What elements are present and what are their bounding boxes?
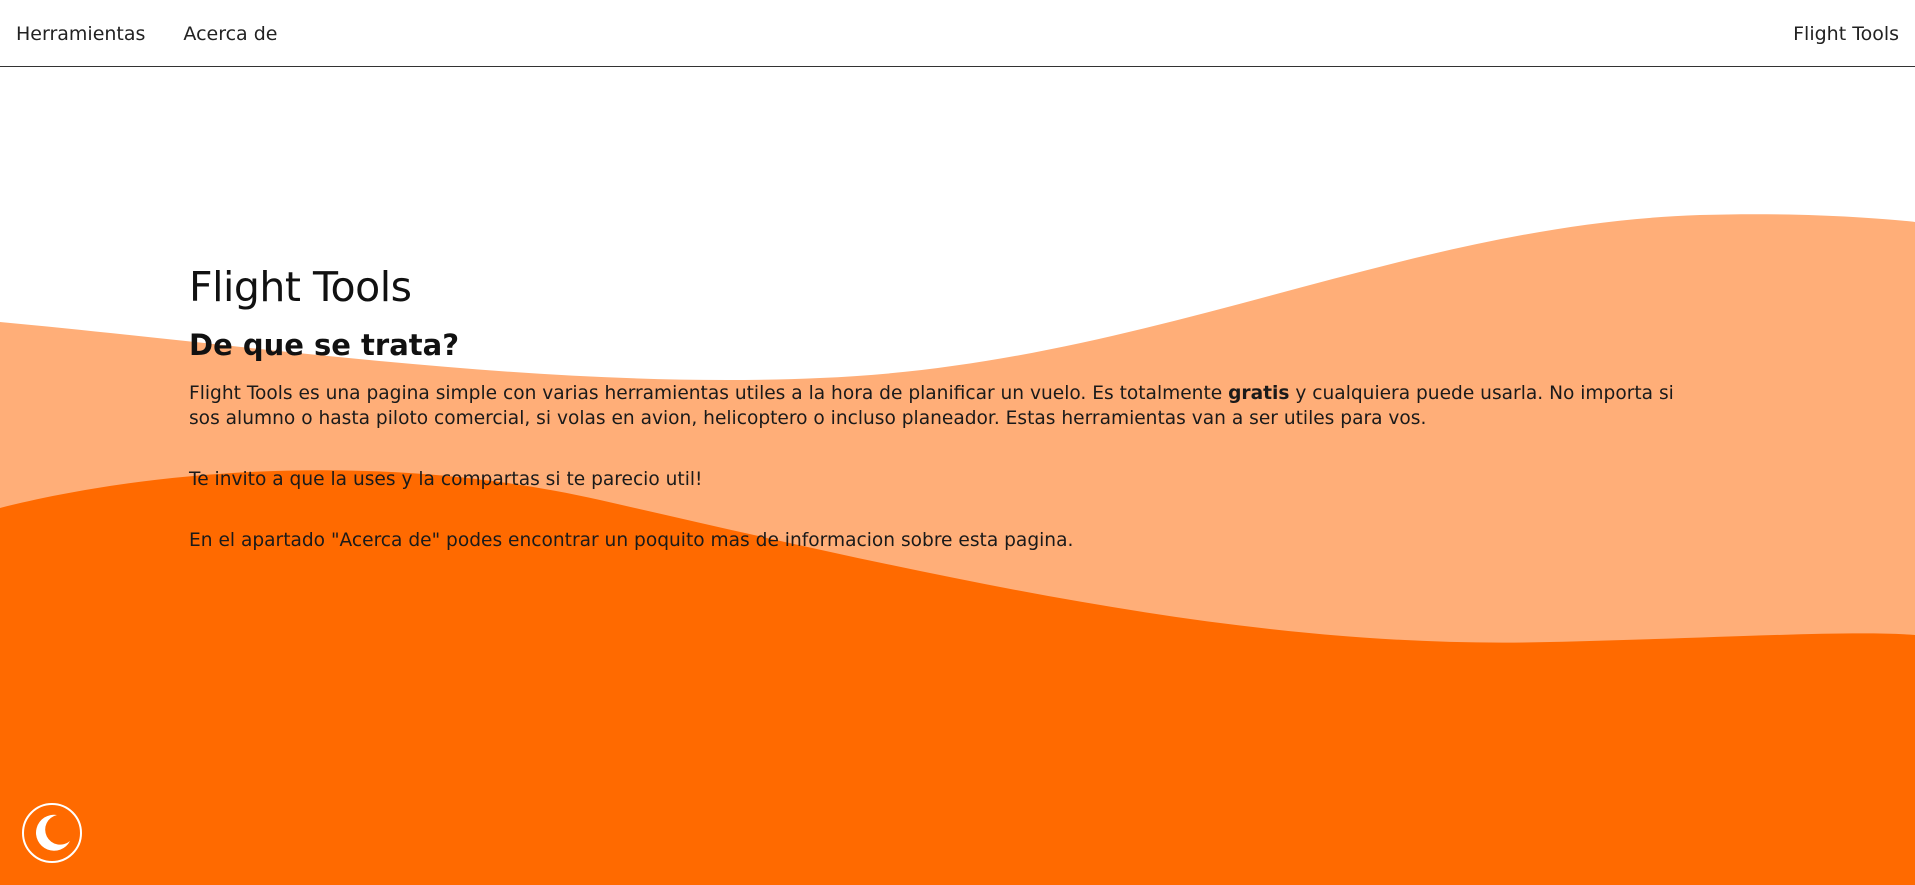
invite-paragraph: Te invito a que la uses y la compartas s… [189, 468, 703, 490]
about-paragraph: En el apartado "Acerca de" podes encontr… [189, 529, 1074, 551]
section-subtitle: De que se trata? [189, 328, 460, 363]
nav-brand[interactable]: Flight Tools [1793, 0, 1899, 67]
intro-text-bold: gratis [1228, 382, 1290, 404]
theme-toggle-button[interactable] [22, 803, 82, 863]
hero-content: Flight Tools De que se trata? Flight Too… [189, 263, 1749, 589]
top-navbar: Herramientas Acerca de Flight Tools [0, 0, 1915, 67]
nav-link-acerca-de[interactable]: Acerca de [183, 23, 277, 45]
moon-icon [36, 814, 70, 851]
page-title: Flight Tools [189, 263, 412, 311]
page: Herramientas Acerca de Flight Tools Flig… [0, 0, 1915, 885]
nav-link-herramientas[interactable]: Herramientas [16, 23, 145, 45]
nav-links: Herramientas Acerca de [16, 0, 278, 67]
intro-text-before: Flight Tools es una pagina simple con va… [189, 382, 1229, 404]
intro-paragraph: Flight Tools es una pagina simple con va… [189, 381, 1709, 431]
